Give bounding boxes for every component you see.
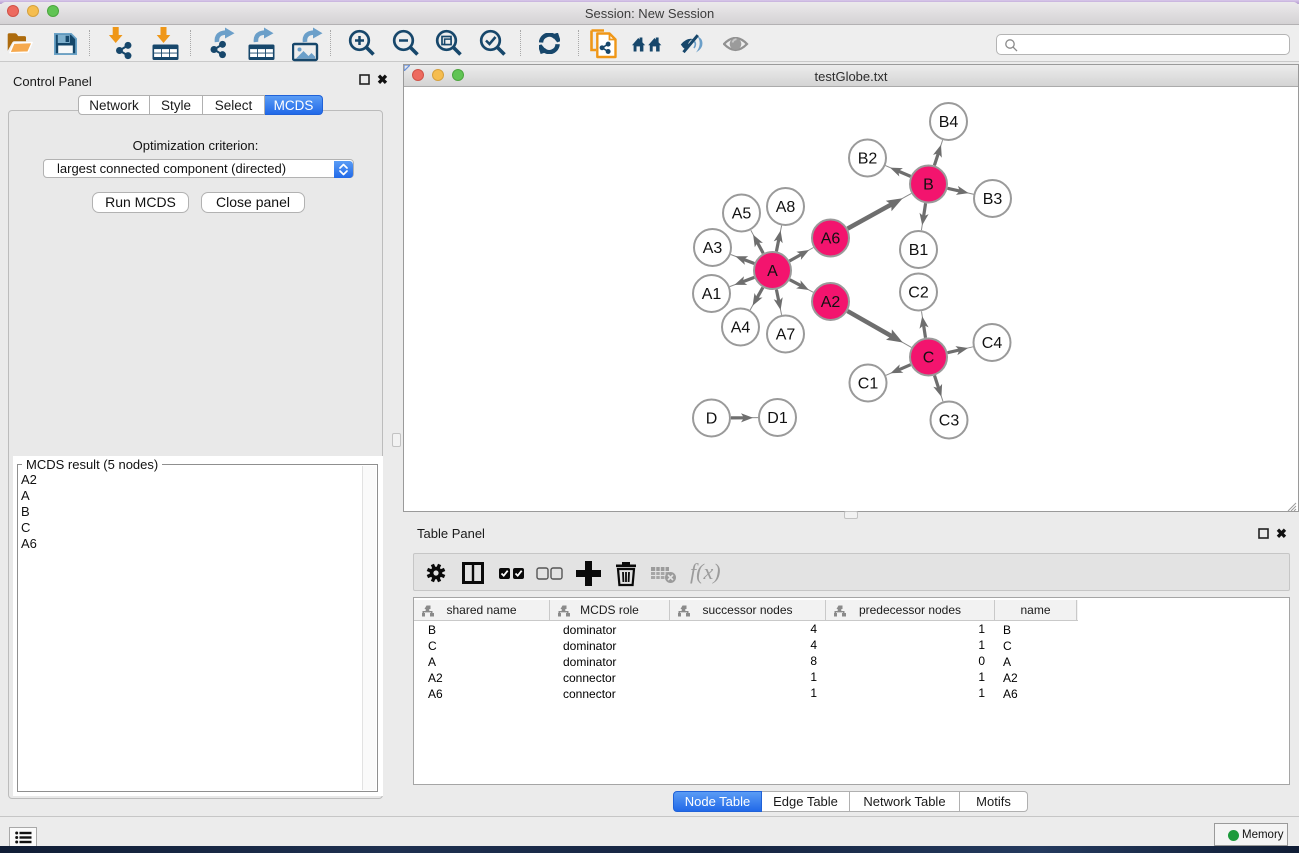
svg-text:D1: D1 [767,410,788,427]
svg-text:C3: C3 [938,412,959,429]
svg-text:B4: B4 [938,114,958,131]
svg-text:B2: B2 [857,150,877,167]
svg-text:A5: A5 [731,205,751,222]
svg-text:C2: C2 [908,284,929,301]
svg-text:A4: A4 [730,319,750,336]
svg-text:A7: A7 [775,326,795,343]
svg-text:A8: A8 [775,199,795,216]
svg-text:A: A [767,263,778,280]
svg-text:C: C [922,349,934,366]
svg-text:B1: B1 [908,242,928,259]
svg-text:B: B [923,176,934,193]
svg-text:A6: A6 [820,230,840,247]
svg-text:A2: A2 [820,294,840,311]
svg-text:C1: C1 [857,375,878,392]
svg-text:D: D [705,410,717,427]
svg-text:A1: A1 [701,286,721,303]
svg-text:B3: B3 [982,191,1002,208]
svg-text:A3: A3 [702,240,722,257]
svg-text:C4: C4 [981,335,1002,352]
